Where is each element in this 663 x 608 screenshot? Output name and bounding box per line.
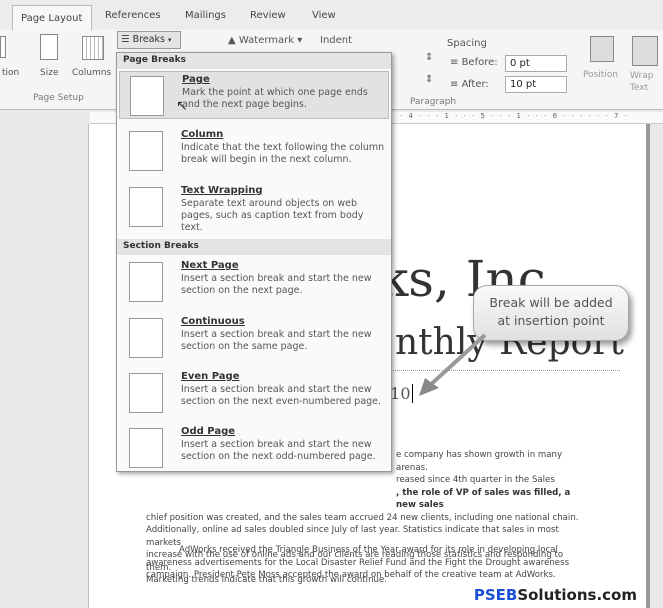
callout-arrow-icon: [419, 333, 487, 396]
tab-references[interactable]: References: [105, 10, 161, 21]
tab-page-layout[interactable]: Page Layout: [12, 5, 92, 31]
size-icon: [40, 34, 58, 60]
menu-item-column[interactable]: Column Indicate that the text following t…: [119, 127, 389, 175]
continuous-icon: [129, 318, 163, 358]
spacing-after-input[interactable]: 10 pt: [505, 76, 567, 93]
page-break-icon: [130, 76, 164, 116]
columns-button[interactable]: Columns: [72, 68, 111, 78]
tab-review[interactable]: Review: [250, 10, 286, 21]
ribbon-tabs: Page Layout References Mailings Review V…: [0, 0, 663, 31]
breaks-button[interactable]: ☰ Breaks ▾: [117, 31, 181, 49]
menu-item-even-page[interactable]: Even Page Insert a section break and star…: [119, 369, 389, 417]
section-breaks-header: Section Breaks: [117, 239, 391, 255]
watermark-logo: PSEBSolutions.com: [473, 586, 637, 604]
position-button[interactable]: Position: [583, 70, 618, 80]
odd-page-icon: [129, 428, 163, 468]
callout-annotation: Break will be added at insertion point: [473, 285, 629, 341]
spacing-before-input[interactable]: 0 pt: [505, 55, 567, 72]
size-button[interactable]: Size: [40, 68, 58, 78]
wrap-text-icon: [632, 36, 658, 66]
mouse-cursor-icon: ↖: [176, 98, 188, 114]
menu-item-text-wrapping[interactable]: Text Wrapping Separate text around object…: [119, 183, 389, 233]
paragraph-group-label: Paragraph: [410, 97, 457, 107]
indent-spinner[interactable]: ⇕: [425, 52, 433, 63]
indent-spinner-2[interactable]: ⇕: [425, 74, 433, 85]
indent-label: Indent: [320, 35, 353, 46]
watermark-button[interactable]: ▲ Watermark ▾: [228, 35, 302, 46]
menu-item-page[interactable]: Page Mark the point at which one page end…: [119, 71, 389, 119]
even-page-icon: [129, 373, 163, 413]
menu-item-next-page[interactable]: Next Page Insert a section break and star…: [119, 258, 389, 306]
paragraph-2: AdWorks received the Triangle Business o…: [146, 545, 570, 580]
page-breaks-header: Page Breaks: [117, 53, 391, 69]
after-label: ≡ After:: [450, 79, 489, 90]
before-label: ≡ Before:: [450, 57, 498, 68]
spacing-label: Spacing: [447, 38, 487, 49]
text-wrapping-icon: [129, 187, 163, 227]
page-setup-group-label: Page Setup: [33, 93, 84, 103]
breaks-label: Breaks: [132, 34, 165, 45]
menu-item-continuous[interactable]: Continuous Insert a section break and sta…: [119, 314, 389, 362]
breaks-menu: Page Breaks Page Mark the point at which …: [116, 52, 392, 472]
wrap-text-button[interactable]: Wrap Text: [630, 70, 653, 94]
columns-icon: [82, 36, 104, 60]
menu-item-odd-page[interactable]: Odd Page Insert a section break and start…: [119, 424, 389, 472]
position-icon: [590, 36, 614, 62]
next-page-icon: [129, 262, 163, 302]
tab-mailings[interactable]: Mailings: [185, 10, 226, 21]
tab-view[interactable]: View: [312, 10, 336, 21]
column-break-icon: [129, 131, 163, 171]
orientation-icon: [0, 36, 6, 58]
orientation-button[interactable]: tion: [2, 68, 19, 78]
chevron-down-icon: ▾: [167, 36, 172, 44]
breaks-icon: ☰: [121, 34, 130, 45]
watermark-icon: ▲: [228, 35, 236, 46]
